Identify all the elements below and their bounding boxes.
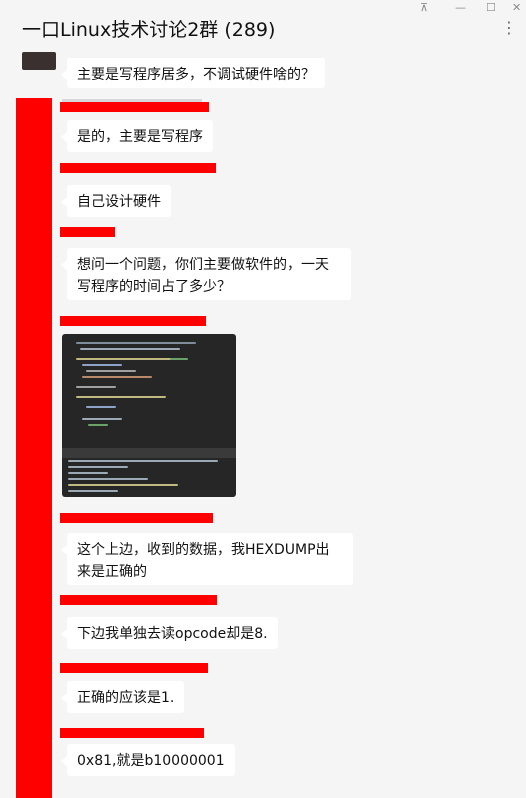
message-bubble[interactable]: 这个上边，收到的数据，我HEXDUMP出来是正确的: [61, 533, 353, 585]
maximize-button[interactable]: ☐: [486, 2, 496, 14]
more-options-icon[interactable]: ⋮: [501, 20, 518, 36]
message-bubble[interactable]: 正确的应该是1.: [60, 681, 185, 713]
message-text: 自己设计硬件: [77, 194, 161, 210]
message-text: 想问一个问题，你们主要做软件的，一天写程序的时间占了多少？: [77, 257, 329, 295]
message-bubble[interactable]: 自己设计硬件: [61, 185, 171, 217]
minimize-button[interactable]: —: [455, 2, 466, 14]
sender-name-redaction: [60, 227, 115, 237]
message-bubble[interactable]: 主要是写程序居多，不调试硬件啥的？: [61, 58, 325, 88]
message-text: 正确的应该是1.: [77, 690, 175, 706]
message-text: 0x81,就是b10000001: [77, 753, 225, 769]
sender-name-redaction: [60, 595, 217, 605]
redacted-avatars: [16, 98, 52, 798]
sender-name-redaction: [60, 728, 204, 738]
sender-name-redaction: [60, 163, 216, 173]
pin-icon[interactable]: ⊼: [420, 2, 428, 14]
message-text: 这个上边，收到的数据，我HEXDUMP出来是正确的: [77, 542, 330, 580]
message-text: 主要是写程序居多，不调试硬件啥的？: [77, 67, 315, 83]
message-text: 是的，主要是写程序: [77, 129, 203, 145]
message-list: 主要是写程序居多，不调试硬件啥的？ 是的，主要是写程序 自己设计硬件 想问一个问…: [0, 52, 526, 798]
sender-name-redaction: [60, 102, 209, 112]
message-bubble[interactable]: 是的，主要是写程序: [61, 120, 213, 152]
sender-name-redaction: [60, 513, 213, 523]
code-screenshot-image[interactable]: [62, 334, 236, 497]
avatar[interactable]: [22, 52, 56, 70]
message-text: 下边我单独去读opcode却是8.: [77, 626, 268, 642]
message-bubble[interactable]: 下边我单独去读opcode却是8.: [61, 617, 278, 649]
sender-name-redaction: [60, 316, 206, 326]
message-bubble[interactable]: 0x81,就是b10000001: [61, 744, 235, 776]
sender-name-redaction: [60, 663, 208, 673]
chat-title: 一口Linux技术讨论2群 (289): [22, 19, 276, 41]
close-button[interactable]: ✕: [512, 2, 521, 14]
title-bar: 一口Linux技术讨论2群 (289) ⊼ — ☐ ✕ ⋮: [0, 0, 526, 58]
message-bubble[interactable]: 想问一个问题，你们主要做软件的，一天写程序的时间占了多少？: [61, 248, 351, 300]
